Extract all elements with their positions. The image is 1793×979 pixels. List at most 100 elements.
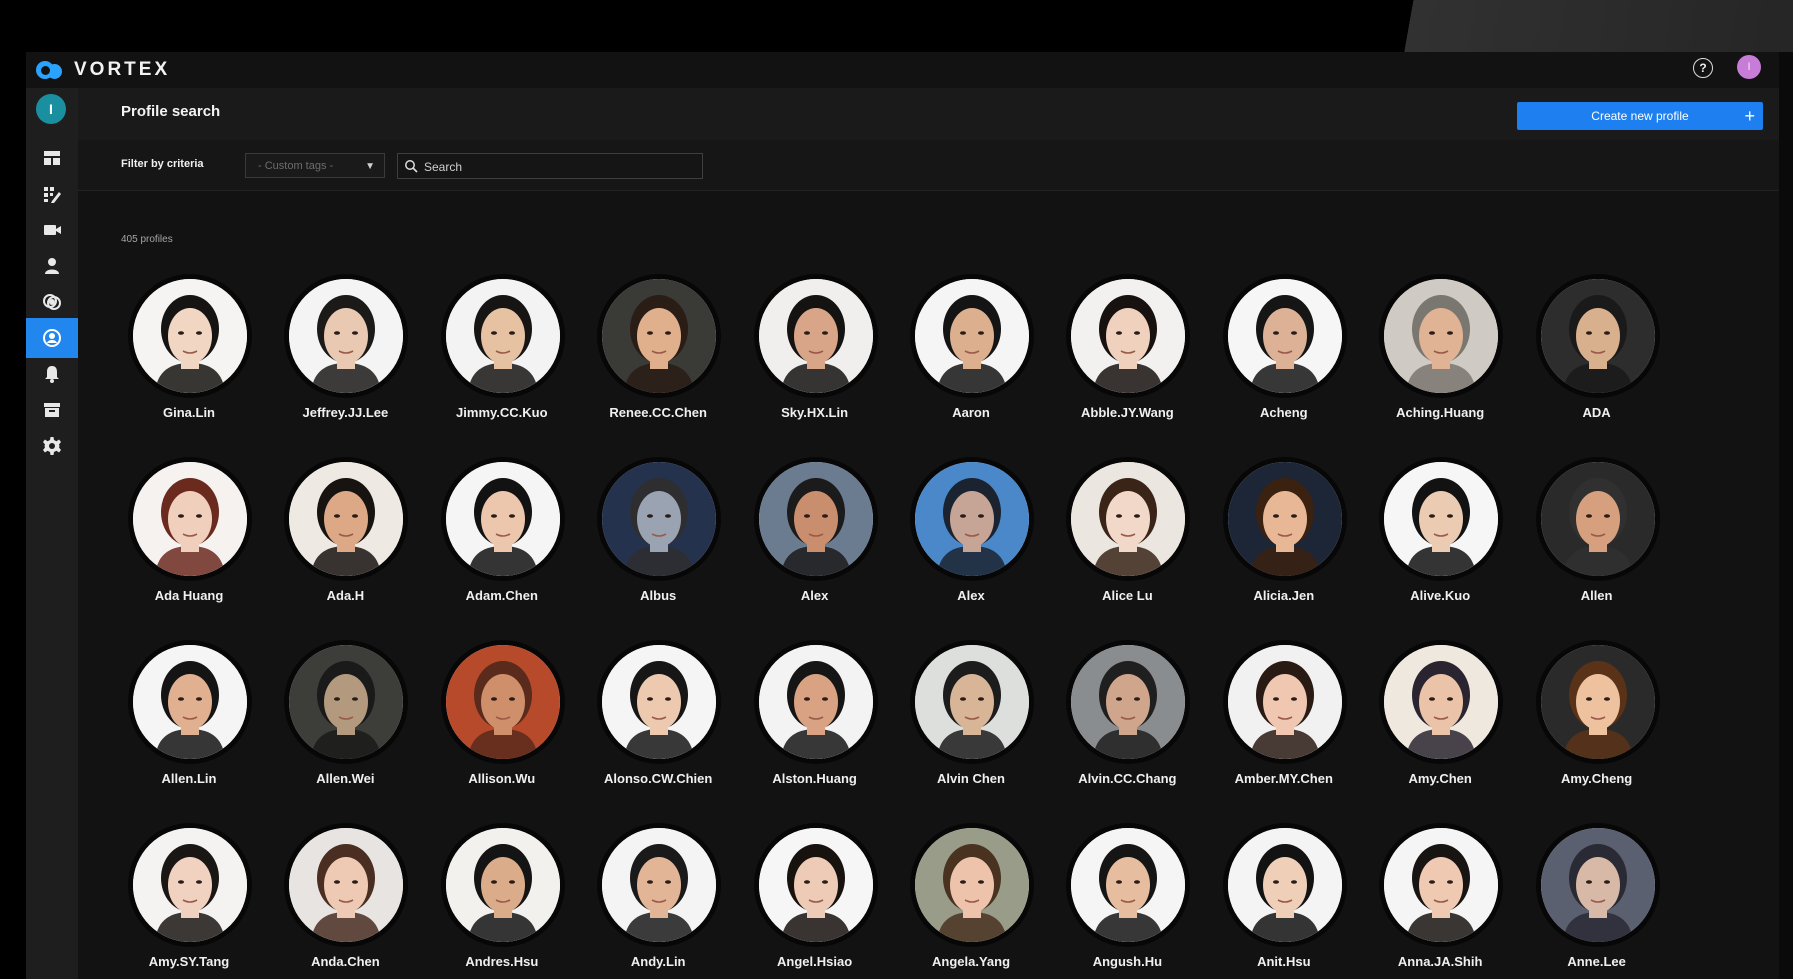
profile-name[interactable]: Amber.MY.Chen [1196,771,1372,786]
profile-card[interactable]: Alive.Kuo [1372,457,1504,617]
profile-card[interactable]: Amy.Cheng [1529,640,1660,800]
sidebar-item-archive[interactable] [26,390,78,430]
profile-name[interactable]: Anna.JA.Shih [1352,954,1528,969]
profile-name[interactable]: Abble.JY.Wang [1039,405,1215,420]
profile-card[interactable]: Angel.Hsiao [747,823,878,979]
profile-card[interactable]: Alice Lu [1059,457,1191,617]
profile-photo[interactable] [1222,274,1347,398]
profile-name[interactable]: Alice Lu [1039,588,1215,603]
profile-photo[interactable] [1535,457,1660,581]
profile-card[interactable]: ADA [1529,274,1660,434]
profile-card[interactable]: Alston.Huang [747,640,878,800]
custom-tags-select[interactable]: - Custom tags - ▼ [245,153,385,178]
profile-photo[interactable] [1379,274,1504,398]
profile-name[interactable]: Albus [570,588,746,603]
profile-name[interactable]: Amy.Chen [1352,771,1528,786]
profile-card[interactable]: Angush.Hu [1059,823,1191,979]
profile-card[interactable]: Allen.Wei [277,640,409,800]
profile-card[interactable]: Jeffrey.JJ.Lee [277,274,409,434]
logo[interactable]: VORTEX [36,57,170,83]
profile-photo[interactable] [1066,823,1191,947]
profile-card[interactable]: Allison.Wu [434,640,565,800]
profile-card[interactable]: Alvin.CC.Chang [1059,640,1191,800]
profile-name[interactable]: Amy.Cheng [1509,771,1685,786]
profile-photo[interactable] [440,640,565,764]
profile-name[interactable]: Alonso.CW.Chien [570,771,746,786]
profile-name[interactable]: Gina.Lin [101,405,277,420]
profile-photo[interactable] [1066,457,1191,581]
sidebar-item-cameras[interactable] [26,210,78,250]
sidebar-item-compare[interactable] [26,282,78,322]
profile-photo[interactable] [1066,274,1191,398]
sidebar-avatar[interactable]: I [36,94,66,124]
profile-name[interactable]: Ada.H [257,588,433,603]
profile-card[interactable]: Renee.CC.Chen [590,274,722,434]
profile-card[interactable]: Sky.HX.Lin [747,274,878,434]
create-new-profile-button[interactable]: Create new profile + [1517,102,1763,130]
profile-photo[interactable] [753,457,878,581]
profile-card[interactable]: Anit.Hsu [1216,823,1347,979]
profile-name[interactable]: Anda.Chen [257,954,433,969]
profile-photo[interactable] [1222,640,1347,764]
profile-card[interactable]: Amy.Chen [1372,640,1504,800]
profile-card[interactable]: Amber.MY.Chen [1216,640,1347,800]
profile-card[interactable]: Andres.Hsu [434,823,565,979]
profile-photo[interactable] [1222,823,1347,947]
profile-name[interactable]: Angela.Yang [883,954,1059,969]
profile-card[interactable]: Abble.JY.Wang [1059,274,1191,434]
profile-card[interactable]: Adam.Chen [434,457,565,617]
profile-card[interactable]: Angela.Yang [903,823,1034,979]
profile-name[interactable]: Allison.Wu [414,771,590,786]
profile-photo[interactable] [753,823,878,947]
profile-card[interactable]: Alvin Chen [903,640,1034,800]
profile-photo[interactable] [440,274,565,398]
profile-photo[interactable] [753,274,878,398]
profile-photo[interactable] [284,274,409,398]
profile-photo[interactable] [1379,640,1504,764]
profile-name[interactable]: Alex [727,588,903,603]
profile-name[interactable]: Alicia.Jen [1196,588,1372,603]
profile-photo[interactable] [440,457,565,581]
profile-photo[interactable] [1379,457,1504,581]
profile-photo[interactable] [910,457,1034,581]
profile-photo[interactable] [910,823,1034,947]
profile-name[interactable]: Andy.Lin [570,954,746,969]
profile-card[interactable]: Acheng [1216,274,1347,434]
profile-photo[interactable] [1222,457,1347,581]
profile-card[interactable]: Aaron [903,274,1034,434]
profile-card[interactable]: Amy.SY.Tang [121,823,252,979]
search-input[interactable] [422,156,696,178]
profile-card[interactable]: Alex [903,457,1034,617]
profile-card[interactable]: Ada.H [277,457,409,617]
profile-name[interactable]: Alvin.CC.Chang [1039,771,1215,786]
profile-card[interactable]: Allen.Lin [121,640,252,800]
profile-photo[interactable] [440,823,565,947]
profile-card[interactable]: Alex [747,457,878,617]
profile-photo[interactable] [128,823,252,947]
profile-name[interactable]: Allen [1509,588,1685,603]
profile-card[interactable]: Anna.JA.Shih [1372,823,1504,979]
profile-photo[interactable] [1535,823,1660,947]
profile-name[interactable]: Jeffrey.JJ.Lee [257,405,433,420]
profile-name[interactable]: Alex [883,588,1059,603]
profile-name[interactable]: Alvin Chen [883,771,1059,786]
profile-photo[interactable] [1379,823,1504,947]
sidebar-item-dashboard[interactable] [26,138,78,178]
profile-photo[interactable] [1535,640,1660,764]
profile-card[interactable]: Ada Huang [121,457,252,617]
profile-photo[interactable] [910,274,1034,398]
profile-name[interactable]: Acheng [1196,405,1372,420]
profile-name[interactable]: Aching.Huang [1352,405,1528,420]
profile-photo[interactable] [597,823,722,947]
profile-name[interactable]: Allen.Lin [101,771,277,786]
profile-name[interactable]: Ada Huang [101,588,277,603]
profile-card[interactable]: Alonso.CW.Chien [590,640,722,800]
sidebar-item-rules[interactable] [26,174,78,214]
profile-photo[interactable] [1535,274,1660,398]
profile-name[interactable]: Angush.Hu [1039,954,1215,969]
profile-photo[interactable] [284,640,409,764]
profile-name[interactable]: ADA [1509,405,1685,420]
profile-card[interactable]: Gina.Lin [121,274,252,434]
profile-photo[interactable] [597,457,722,581]
profile-name[interactable]: Adam.Chen [414,588,590,603]
